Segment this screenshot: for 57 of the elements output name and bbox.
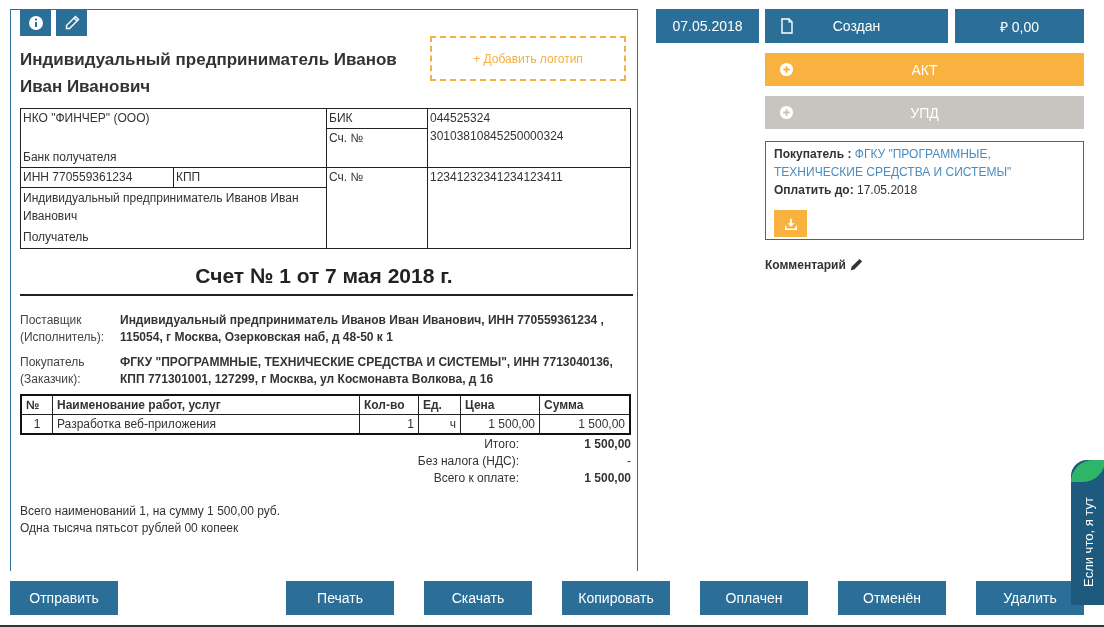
summary-text: Одна тысяча пятьсот рублей 00 копеек xyxy=(20,520,240,537)
chat-tab[interactable]: Если что, я тут xyxy=(1071,460,1104,605)
total-value: 1 500,00 xyxy=(583,436,631,453)
total-label: Без налога (НДС): xyxy=(416,453,519,470)
action-button[interactable]: Скачать xyxy=(424,581,532,615)
summary-text: Всего наименований 1, на сумму 1 500,00 руб. xyxy=(20,503,282,520)
total-value: - xyxy=(626,453,631,470)
info-button[interactable] xyxy=(20,10,51,36)
amount-button[interactable]: ₽ 0,00 xyxy=(955,9,1084,43)
action-button[interactable]: Печать xyxy=(286,581,394,615)
kpp-label: КПП xyxy=(176,169,202,186)
action-button[interactable]: Оплачен xyxy=(700,581,808,615)
account-value: 30103810845250000324 xyxy=(430,128,565,145)
party-details: Индивидуальный предприниматель Иванов Иван Иванович, ИНН 770559361234 , 115054, г Москва, Озерковская наб, д 48-50 к 1 xyxy=(120,312,605,346)
seller-name: Индивидуальный предприниматель Иванов Иван Иванович xyxy=(20,49,398,98)
invoice-title: Счет № 1 от 7 мая 2018 г. xyxy=(194,263,454,289)
leaf-icon xyxy=(1071,460,1104,482)
account-value: 12341232341234123411 xyxy=(430,169,564,186)
party-label: Покупатель (Заказчик): xyxy=(20,354,86,388)
account-label: Сч. № xyxy=(329,130,365,147)
bik-label: БИК xyxy=(329,110,354,127)
inn-value: ИНН 770559361234 xyxy=(23,169,134,186)
document-icon xyxy=(779,18,795,34)
column-header: Ед. xyxy=(418,395,461,415)
total-label: Всего к оплате: xyxy=(432,470,519,487)
edit-button[interactable] xyxy=(56,10,87,36)
due-date: 17.05.2018 xyxy=(857,183,918,197)
due-label: Оплатить до: xyxy=(774,183,854,197)
comment-label: Комментарий xyxy=(765,258,846,272)
info-icon xyxy=(27,15,44,31)
account-label: Сч. № xyxy=(329,169,365,186)
total-value: 1 500,00 xyxy=(583,470,631,487)
bik-value: 044525324 xyxy=(430,110,492,127)
buyer-text: Покупатель : ФГКУ "ПРОГРАММНЫЕ, ТЕХНИЧЕСКИЕ СРЕДСТВА И СИСТЕМЫ" xyxy=(774,146,1013,181)
column-header: Кол-во xyxy=(359,395,419,415)
download-icon xyxy=(783,216,798,231)
date-button[interactable]: 07.05.2018 xyxy=(656,9,759,43)
column-header: Наименование работ, услуг xyxy=(52,395,360,415)
recipient-name: Индивидуальный предприниматель Иванов Иван Иванович xyxy=(23,190,300,225)
chat-label: Если что, я тут xyxy=(1081,496,1097,589)
bank-label: Банк получателя xyxy=(23,149,118,166)
plus-circle-icon xyxy=(779,105,794,120)
action-button[interactable]: Удалить xyxy=(976,581,1084,615)
action-button[interactable]: Копировать xyxy=(562,581,670,615)
recipient-label: Получатель xyxy=(23,229,90,246)
bank-name: НКО "ФИНЧЕР" (ООО) xyxy=(23,110,151,127)
column-header: Цена xyxy=(460,395,540,415)
action-button[interactable]: Отменён xyxy=(838,581,946,615)
pencil-icon xyxy=(63,15,80,31)
column-header: № xyxy=(21,395,53,415)
party-details: ФГКУ "ПРОГРАММНЫЕ, ТЕХНИЧЕСКИЕ СРЕДСТВА И СИСТЕМЫ", ИНН 7713040136, КПП 771301001, 127299, г Москва, ул Космонавта Волкова, д 16 xyxy=(120,354,614,388)
plus-circle-icon xyxy=(779,62,794,77)
status-button[interactable]: Создан xyxy=(765,9,948,43)
pencil-icon xyxy=(848,258,863,272)
action-button[interactable]: Отправить xyxy=(10,581,118,615)
total-label: Итого: xyxy=(483,436,519,453)
party-label: Поставщик (Исполнитель): xyxy=(20,312,106,346)
